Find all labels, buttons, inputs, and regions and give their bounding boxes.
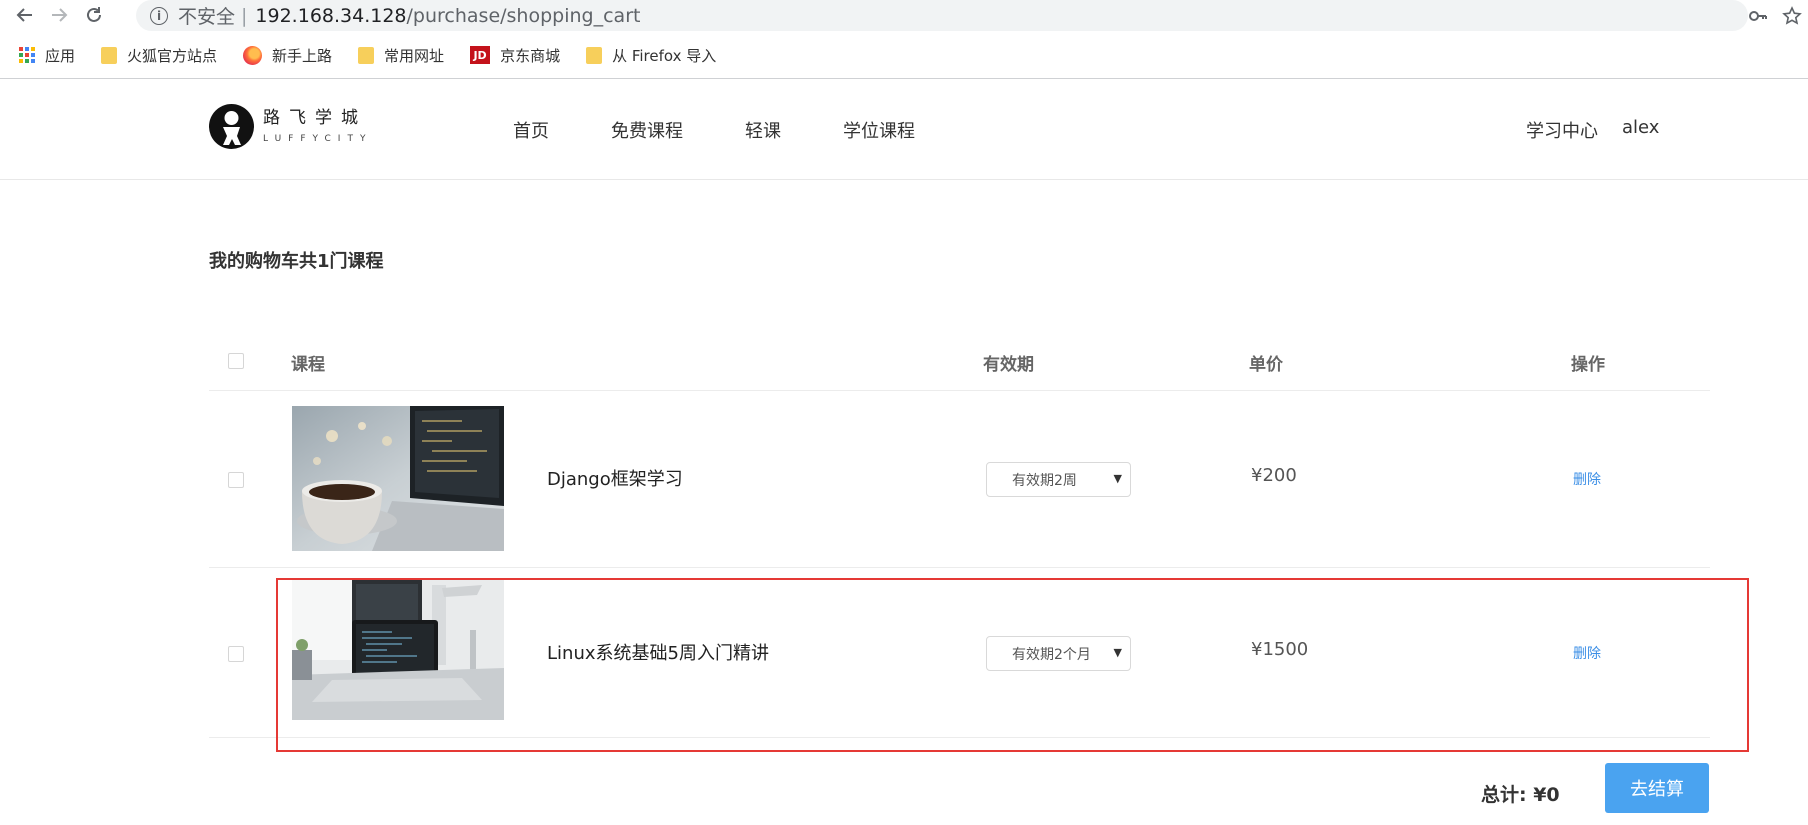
delete-link[interactable]: 删除: [1573, 643, 1601, 663]
nav-degree-courses[interactable]: 学位课程: [843, 117, 915, 143]
reload-button[interactable]: [82, 3, 106, 27]
reload-icon: [87, 7, 101, 22]
period-select[interactable]: 有效期2周 ▼: [986, 462, 1131, 497]
back-arrow-icon: [16, 8, 32, 22]
apps-grid-icon: [19, 47, 35, 63]
url-separator: |: [241, 4, 248, 27]
nav-home[interactable]: 首页: [513, 117, 549, 143]
bookmark-label: 京东商城: [500, 46, 561, 65]
url-path: /purchase/shopping_cart: [406, 4, 641, 27]
caret-down-icon: ▼: [1113, 472, 1122, 485]
username-link[interactable]: alex: [1622, 117, 1659, 143]
caret-down-icon: ▼: [1113, 646, 1122, 659]
forward-arrow-icon: [52, 8, 68, 22]
user-nav: 学习中心 alex: [1526, 117, 1683, 143]
header-price: 单价: [1249, 355, 1283, 375]
key-icon[interactable]: [1748, 6, 1768, 26]
url-host: 192.168.34.128: [255, 4, 407, 27]
bookmark-getting-started[interactable]: 新手上路: [243, 45, 332, 66]
folder-icon: [586, 46, 603, 64]
bookmark-label: 火狐官方站点: [127, 46, 218, 65]
bookmark-label: 新手上路: [272, 46, 333, 65]
delete-link[interactable]: 删除: [1573, 469, 1601, 489]
cart-total: 总计: ¥0: [1481, 784, 1560, 806]
checkout-button[interactable]: 去结算: [1605, 763, 1709, 813]
browser-actions: [1748, 3, 1802, 29]
star-bookmark-icon[interactable]: [1782, 6, 1802, 26]
folder-icon: [101, 46, 118, 64]
bookmark-common-sites[interactable]: 常用网址: [358, 45, 444, 66]
cart-table-header: 课程 有效期 单价 操作: [209, 340, 1710, 391]
insecure-label: 不安全: [178, 6, 236, 28]
learning-center-link[interactable]: 学习中心: [1526, 117, 1598, 143]
period-select[interactable]: 有效期2个月 ▼: [986, 636, 1131, 671]
cart-table: 课程 有效期 单价 操作 Django框架学习 有效期2周 ▼ ¥200 删除 …: [209, 340, 1710, 738]
header-course: 课程: [291, 355, 325, 375]
site-header: 路飞学城 LUFFYCITY 首页 免费课程 轻课 学位课程 学习中心 alex: [0, 79, 1808, 180]
header-period: 有效期: [983, 355, 1034, 375]
bookmark-firefox-import[interactable]: 从 Firefox 导入: [586, 45, 716, 66]
site-info-icon[interactable]: i: [150, 6, 168, 25]
period-select-value: 有效期2个月: [1012, 646, 1091, 663]
row-checkbox[interactable]: [228, 646, 244, 662]
firefox-icon: [243, 45, 263, 65]
luffy-logo-icon: [209, 104, 254, 149]
course-thumbnail[interactable]: [292, 580, 504, 720]
bookmark-firefox-site[interactable]: 火狐官方站点: [101, 45, 217, 66]
unit-price: ¥1500: [1251, 639, 1309, 660]
browser-toolbar: i 不安全 | 192.168.34.128/purchase/shopping…: [0, 0, 1808, 31]
main-nav: 首页 免费课程 轻课 学位课程: [513, 117, 977, 143]
back-button[interactable]: [13, 3, 37, 27]
bookmark-label: 应用: [45, 46, 76, 65]
unit-price: ¥200: [1251, 465, 1297, 486]
logo-text-en: LUFFYCITY: [263, 134, 373, 144]
bookmark-jd[interactable]: JD 京东商城: [470, 45, 560, 66]
bookmark-apps[interactable]: 应用: [19, 45, 75, 66]
bookmarks-bar: 应用 火狐官方站点 新手上路 常用网址 JD 京东商城 从 Firefox 导入: [0, 38, 1808, 72]
cart-title: 我的购物车共1门课程: [209, 251, 384, 272]
period-select-value: 有效期2周: [1012, 472, 1077, 489]
site-logo[interactable]: 路飞学城 LUFFYCITY: [209, 104, 372, 149]
logo-text-cn: 路飞学城: [263, 108, 367, 128]
header-action: 操作: [1571, 355, 1605, 375]
forward-button[interactable]: [47, 3, 71, 27]
course-name[interactable]: Linux系统基础5周入门精讲: [547, 639, 769, 665]
select-all-checkbox[interactable]: [228, 353, 244, 369]
jd-icon: JD: [470, 46, 491, 64]
cart-row: Django框架学习 有效期2周 ▼ ¥200 删除: [209, 391, 1710, 568]
bookmark-label: 从 Firefox 导入: [612, 46, 717, 65]
nav-free-courses[interactable]: 免费课程: [611, 117, 683, 143]
bookmark-label: 常用网址: [384, 46, 445, 65]
cart-row: Linux系统基础5周入门精讲 有效期2个月 ▼ ¥1500 删除: [209, 568, 1710, 738]
row-checkbox[interactable]: [228, 472, 244, 488]
folder-icon: [358, 46, 375, 64]
nav-light-courses[interactable]: 轻课: [745, 117, 781, 143]
course-thumbnail[interactable]: [292, 406, 504, 551]
course-name[interactable]: Django框架学习: [547, 465, 683, 491]
address-bar[interactable]: i 不安全 | 192.168.34.128/purchase/shopping…: [136, 0, 1748, 31]
